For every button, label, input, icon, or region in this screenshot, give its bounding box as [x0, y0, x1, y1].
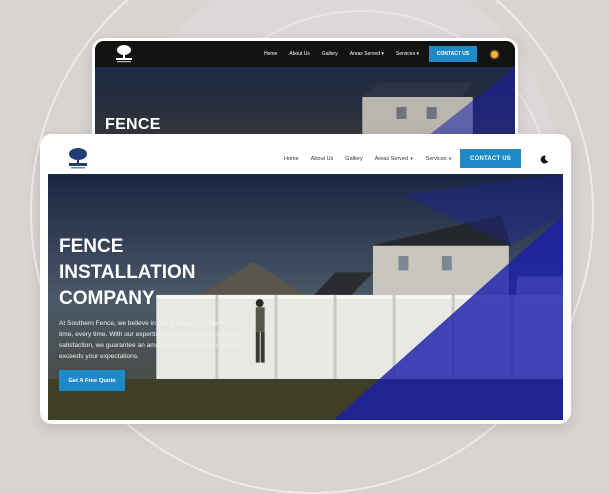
navbar: Home About Us Gallery Areas Served ▼ Ser… [44, 138, 567, 172]
tree-logo-icon[interactable] [66, 147, 90, 171]
dark-theme-screen: Home About Us Gallery Areas Served ▾ Ser… [95, 41, 515, 145]
nav-link-about-us[interactable]: About Us [289, 51, 310, 57]
navbar: Home About Us Gallery Areas Served ▾ Ser… [95, 41, 515, 67]
contact-us-button[interactable]: CONTACT US [460, 149, 521, 168]
nav-link-services[interactable]: Services ▾ [396, 51, 419, 57]
hero-section: FENCE INSTALLATION COMPANY At Southern F… [48, 174, 563, 420]
light-theme-screen: Home About Us Gallery Areas Served ▼ Ser… [44, 138, 567, 420]
hero-title-line: FENCE [59, 236, 124, 257]
nav-links: Home About Us Gallery Areas Served ▾ Ser… [264, 41, 419, 67]
hero-description: At Southern Fence, we believe in doing t… [59, 320, 244, 360]
tree-logo-icon[interactable] [113, 44, 135, 64]
nav-link-areas-served[interactable]: Areas Served ▾ [350, 51, 384, 57]
nav-link-home[interactable]: Home [264, 51, 277, 57]
get-free-quote-button[interactable]: Get A Free Quote [59, 370, 125, 391]
hero-title-line: INSTALLATION [59, 262, 196, 283]
sun-icon[interactable] [491, 51, 498, 58]
nav-link-areas-served[interactable]: Areas Served ▼ [375, 156, 414, 162]
moon-icon[interactable] [540, 155, 549, 164]
hero-title-line: COMPANY [59, 288, 155, 309]
chevron-down-icon: ▼ [409, 156, 414, 161]
chevron-down-icon: ▼ [448, 156, 453, 161]
dark-theme-preview: Home About Us Gallery Areas Served ▾ Ser… [92, 38, 518, 148]
chevron-down-icon: ▾ [381, 51, 384, 57]
nav-link-home[interactable]: Home [284, 156, 299, 162]
hero-title: FENCE INSTALLATION COMPANY [59, 234, 239, 312]
nav-link-services[interactable]: Services ▼ [426, 156, 453, 162]
nav-link-gallery[interactable]: Gallery [322, 51, 338, 57]
light-theme-preview: Home About Us Gallery Areas Served ▼ Ser… [40, 134, 571, 424]
hero-title: FENCE [105, 116, 161, 133]
chevron-down-icon: ▾ [416, 51, 419, 57]
nav-link-about-us[interactable]: About Us [311, 156, 334, 162]
nav-link-gallery[interactable]: Gallery [345, 156, 362, 162]
contact-us-button[interactable]: CONTACT US [429, 46, 477, 62]
